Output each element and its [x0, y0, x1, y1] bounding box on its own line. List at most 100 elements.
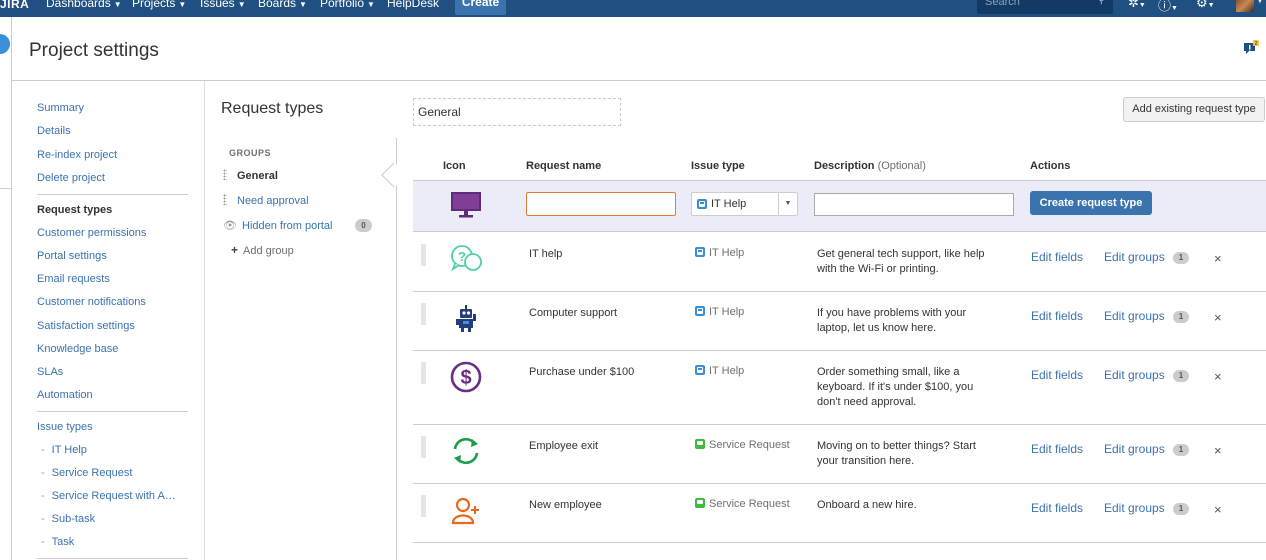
nav-projects-label: Projects	[132, 0, 176, 10]
add-group-button[interactable]: + Add group	[231, 243, 294, 257]
page-title: Project settings	[29, 40, 159, 61]
table-row: $ Purchase under $100 IT Help Order some…	[413, 351, 1266, 425]
description-input[interactable]	[814, 193, 1014, 216]
sidebar-item-email-requests[interactable]: Email requests	[37, 273, 110, 285]
issue-type-label: Service Request	[695, 498, 790, 510]
nav-issues[interactable]: Issues ▼	[200, 0, 246, 10]
drag-handle-icon[interactable]	[223, 169, 227, 180]
search-input[interactable]: Search ⚲	[977, 0, 1113, 14]
drag-handle-icon[interactable]	[421, 244, 426, 266]
it-help-issue-icon	[697, 199, 707, 209]
sidebar-item-knowledge-base[interactable]: Knowledge base	[37, 343, 118, 355]
sidebar-item-delete-project[interactable]: Delete project	[37, 172, 105, 184]
edit-groups-link[interactable]: Edit groups	[1104, 368, 1165, 382]
remove-icon[interactable]: ×	[1214, 251, 1222, 266]
svg-text:$: $	[460, 367, 471, 389]
sidebar-item-task[interactable]: - Task	[41, 536, 74, 548]
group-item-general[interactable]: General	[223, 169, 278, 182]
create-button[interactable]: Create	[455, 0, 506, 15]
sidebar-item-label: Service Request with A…	[51, 490, 176, 502]
nav-dashboards[interactable]: Dashboards ▼	[46, 0, 122, 10]
drag-handle-icon[interactable]	[421, 436, 426, 458]
request-name-input[interactable]	[526, 192, 676, 216]
sidebar-item-slas[interactable]: SLAs	[37, 366, 63, 378]
group-name-field[interactable]: General	[413, 98, 621, 126]
sidebar-item-summary[interactable]: Summary	[37, 102, 84, 114]
nav-projects[interactable]: Projects ▼	[132, 0, 186, 10]
sidebar-divider	[37, 558, 188, 559]
request-name: Employee exit	[529, 440, 599, 452]
question-chat-icon: ?	[449, 242, 483, 276]
robot-icon	[449, 301, 483, 335]
hidden-count-badge: 0	[355, 219, 372, 232]
dash: -	[41, 490, 45, 502]
dash: -	[41, 536, 45, 548]
drag-handle-icon[interactable]	[421, 303, 426, 325]
sidebar-item-satisfaction-settings[interactable]: Satisfaction settings	[37, 320, 135, 332]
remove-icon[interactable]: ×	[1214, 369, 1222, 384]
sidebar-item-sub-task[interactable]: - Sub-task	[41, 513, 95, 525]
nav-boards[interactable]: Boards ▼	[258, 0, 307, 10]
group-label: Need approval	[237, 195, 309, 207]
edit-groups-link[interactable]: Edit groups	[1104, 442, 1165, 456]
issue-type-text: Service Request	[709, 439, 790, 451]
create-request-type-button[interactable]: Create request type	[1030, 191, 1152, 215]
issue-type-select[interactable]: IT Help ▼	[691, 192, 798, 216]
edit-groups-link[interactable]: Edit groups	[1104, 501, 1165, 515]
sidebar-item-customer-permissions[interactable]: Customer permissions	[37, 227, 146, 239]
edit-fields-link[interactable]: Edit fields	[1031, 250, 1083, 264]
eye-icon: 👁	[223, 220, 237, 232]
gear-icon[interactable]: ⚙▼	[1196, 0, 1215, 11]
add-user-icon	[449, 493, 483, 527]
edit-fields-link[interactable]: Edit fields	[1031, 501, 1083, 515]
add-ons-icon[interactable]: ✲▼	[1128, 0, 1146, 11]
sidebar-item-request-types[interactable]: Request types	[37, 204, 112, 216]
sidebar-item-it-help[interactable]: - IT Help	[41, 444, 87, 456]
group-item-hidden-from-portal[interactable]: 👁 Hidden from portal	[223, 219, 333, 232]
sidebar-item-service-request-approval[interactable]: - Service Request with A…	[41, 490, 176, 502]
sidebar-item-customer-notifications[interactable]: Customer notifications	[37, 296, 146, 308]
request-name: New employee	[529, 499, 602, 511]
project-avatar-icon[interactable]	[0, 34, 10, 54]
sidebar-item-portal-settings[interactable]: Portal settings	[37, 250, 107, 262]
nav-portfolio[interactable]: Portfolio ▼	[320, 0, 375, 10]
issue-type-selected: IT Help	[711, 198, 747, 210]
monitor-icon[interactable]	[449, 190, 483, 220]
edit-fields-link[interactable]: Edit fields	[1031, 368, 1083, 382]
sidebar-item-details[interactable]: Details	[37, 125, 71, 137]
group-count-badge: 1	[1173, 311, 1189, 323]
dash: -	[41, 444, 45, 456]
sidebar-item-service-request[interactable]: - Service Request	[41, 467, 132, 479]
chevron-down-icon: ▼	[367, 0, 375, 9]
sidebar-item-automation[interactable]: Automation	[37, 389, 93, 401]
group-item-need-approval[interactable]: Need approval	[223, 194, 309, 207]
sidebar-item-label: Task	[51, 536, 75, 548]
issue-type-label: IT Help	[695, 306, 744, 318]
chevron-down-icon[interactable]: ▼	[1256, 0, 1264, 5]
nav-helpdesk[interactable]: HelpDesk	[387, 0, 439, 10]
chevron-down-icon[interactable]: ▼	[778, 193, 797, 215]
edit-groups-link[interactable]: Edit groups	[1104, 250, 1165, 264]
table-row: New employee Service Request Onboard a n…	[413, 484, 1266, 543]
search-placeholder: Search	[985, 0, 1020, 8]
help-icon[interactable]: ⓘ▼	[1158, 0, 1178, 14]
edit-fields-link[interactable]: Edit fields	[1031, 442, 1083, 456]
service-request-issue-icon	[695, 498, 705, 508]
jira-logo[interactable]: JIRA	[0, 0, 29, 11]
add-existing-request-type-button[interactable]: Add existing request type	[1123, 97, 1265, 122]
sidebar-item-issue-types[interactable]: Issue types	[37, 421, 93, 433]
remove-icon[interactable]: ×	[1214, 443, 1222, 458]
edit-groups-link[interactable]: Edit groups	[1104, 309, 1165, 323]
drag-handle-icon[interactable]	[223, 194, 227, 205]
drag-handle-icon[interactable]	[421, 495, 426, 517]
dash: -	[41, 467, 45, 479]
drag-handle-icon[interactable]	[421, 362, 426, 384]
edit-fields-link[interactable]: Edit fields	[1031, 309, 1083, 323]
remove-icon[interactable]: ×	[1214, 502, 1222, 517]
remove-icon[interactable]: ×	[1214, 310, 1222, 325]
feedback-icon[interactable]: 2	[1243, 40, 1259, 56]
add-group-label: Add group	[243, 245, 294, 257]
avatar[interactable]	[1236, 0, 1254, 12]
sidebar-item-reindex[interactable]: Re-index project	[37, 149, 117, 161]
project-settings-sidebar: Summary Details Re-index project Delete …	[12, 81, 205, 560]
